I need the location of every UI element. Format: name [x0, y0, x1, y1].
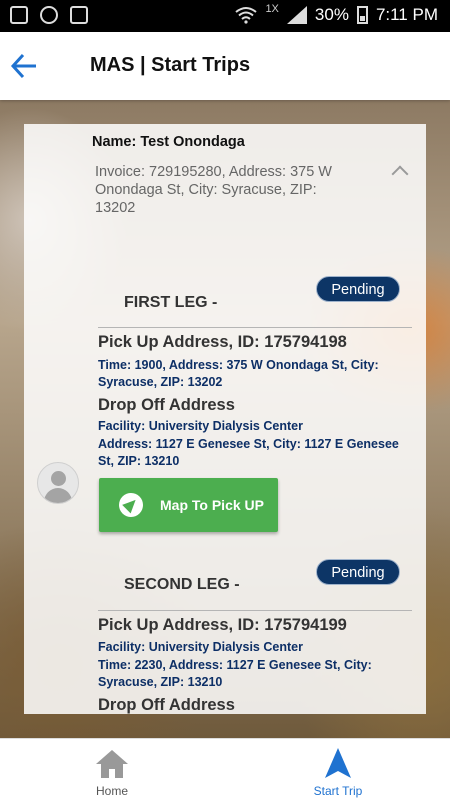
invoice-details: Invoice: 729195280, Address: 375 W Onond… [95, 164, 332, 216]
home-icon [96, 750, 128, 778]
page-title: MAS | Start Trips [90, 54, 251, 76]
map-button-label: Map To Pick UP [160, 497, 264, 513]
location-icon [40, 6, 58, 24]
pickup-details: Time: 1900, Address: 375 W Onondaga St, … [98, 358, 379, 389]
status-badge: Pending [316, 559, 400, 585]
pickup-address-heading: Pick Up Address, ID: 175794198 [98, 333, 347, 351]
divider [98, 327, 412, 328]
pickup-address-heading: Pick Up Address, ID: 175794199 [98, 616, 347, 634]
wifi-icon [235, 7, 258, 24]
dropoff-address-heading: Drop Off Address [98, 696, 235, 714]
chevron-up-icon[interactable] [391, 165, 409, 183]
signal-icon [286, 6, 307, 24]
dropoff-address-heading: Drop Off Address [98, 396, 235, 414]
bottom-nav: Home Start Trip [0, 738, 450, 801]
app-bar: MAS | Start Trips [0, 32, 450, 100]
back-button[interactable] [8, 50, 42, 82]
leg-title: SECOND LEG - [124, 576, 240, 593]
map-to-pickup-button[interactable]: Map To Pick UP [99, 478, 278, 532]
pickup-details: Time: 2230, Address: 1127 E Genesee St, … [98, 658, 372, 689]
divider [98, 610, 412, 611]
trip-card[interactable]: Name: Test Onondaga Invoice: 729195280, … [24, 124, 426, 714]
status-bar: 1X 30% 7:11 PM [0, 0, 450, 32]
battery-percent: 30% [314, 5, 349, 24]
navigation-arrow-icon [325, 748, 351, 778]
nav-item-home[interactable]: Home [52, 739, 172, 801]
network-type-label: 1X [265, 3, 279, 15]
navigation-icon [119, 493, 143, 517]
nav-item-start-trip[interactable]: Start Trip [278, 739, 398, 801]
arrow-left-icon [10, 53, 36, 79]
nav-label-start-trip: Start Trip [313, 784, 363, 798]
avatar [37, 462, 79, 504]
status-badge: Pending [316, 276, 400, 302]
pickup-facility: Facility: University Dialysis Center [98, 640, 303, 654]
passenger-name: Name: Test Onondaga [92, 134, 245, 150]
dropoff-facility: Facility: University Dialysis Center [98, 419, 303, 433]
help-icon [10, 6, 28, 24]
dropoff-details: Address: 1127 E Genesee St, City: 1127 E… [98, 437, 399, 468]
image-icon [70, 6, 88, 24]
clock: 7:11 PM [375, 5, 438, 24]
nav-label-home: Home [95, 784, 128, 798]
leg-title: FIRST LEG - [124, 294, 218, 311]
battery-icon [356, 6, 368, 24]
